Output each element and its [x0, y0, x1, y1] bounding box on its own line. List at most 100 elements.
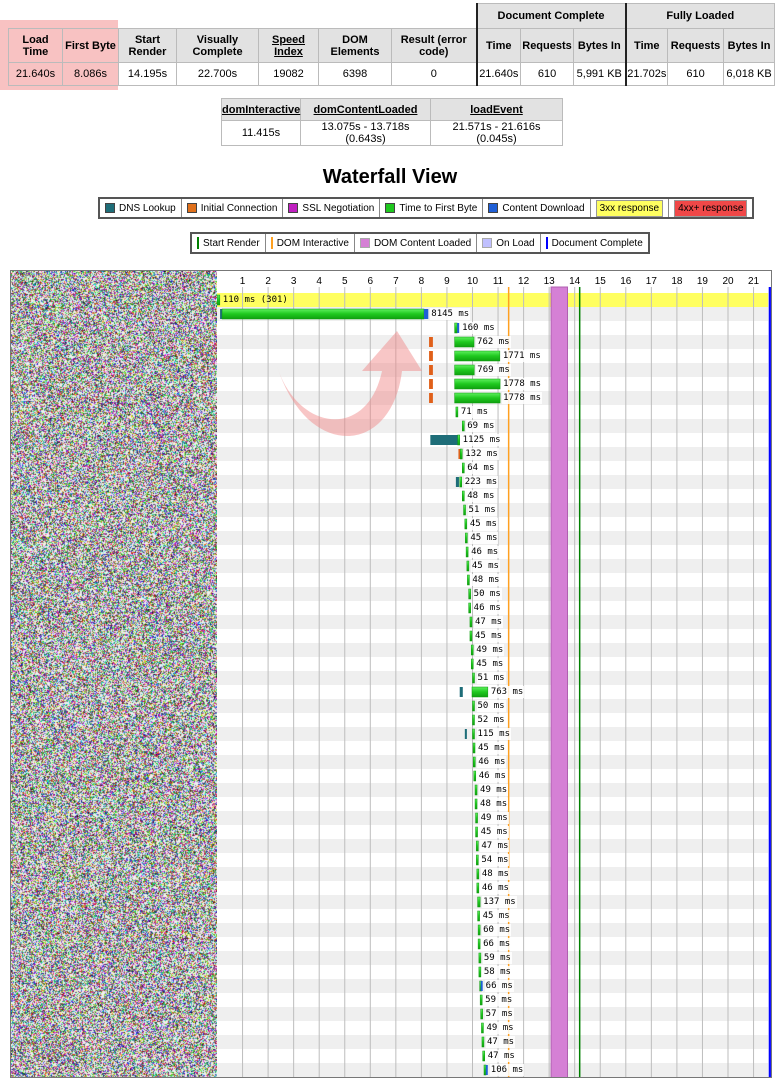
- ttfb-bar: [469, 603, 471, 613]
- request-duration-label: 45 ms: [477, 742, 506, 754]
- waterfall-title: Waterfall View: [0, 166, 780, 189]
- legend-item: 4xx+ response: [669, 199, 752, 217]
- legend-item: 3xx response: [591, 199, 669, 217]
- ttfb-bar: [477, 869, 479, 879]
- tick-label: 9: [444, 276, 450, 287]
- ttfb-bar: [479, 967, 481, 977]
- tick-label: 16: [620, 276, 632, 287]
- legend-swatch-icon: [105, 203, 115, 213]
- legend-label: Document Complete: [552, 238, 643, 249]
- ttfb-bar: [473, 729, 475, 739]
- load-event-link[interactable]: loadEvent: [431, 99, 563, 121]
- value-speed-index: 19082: [259, 63, 319, 86]
- ttfb-bar: [473, 673, 475, 683]
- request-duration-label: 48 ms: [466, 490, 495, 502]
- ttfb-bar: [462, 491, 464, 501]
- ttfb-bar: [478, 939, 480, 949]
- ttfb-bar: [455, 323, 458, 333]
- ttfb-bar: [466, 547, 468, 557]
- ttfb-bar: [458, 435, 460, 445]
- download-bar: [424, 309, 428, 319]
- value-doc-bytes: 5,991 KB: [574, 63, 626, 86]
- ttfb-bar: [477, 883, 479, 893]
- header-result: Result (error code): [392, 29, 477, 63]
- legend-label: DOM Interactive: [277, 238, 349, 249]
- request-duration-label: 48 ms: [471, 574, 500, 586]
- legend-item: DOM Content Loaded: [355, 234, 477, 252]
- tick-label: 6: [368, 276, 374, 287]
- request-duration-label: 60 ms: [482, 924, 511, 936]
- ttfb-bar: [464, 505, 466, 515]
- legend-label: DNS Lookup: [119, 203, 176, 214]
- tick-label: 19: [697, 276, 709, 287]
- timings-table: domInteractive domContentLoaded loadEven…: [221, 98, 563, 146]
- ttfb-bar: [478, 897, 481, 907]
- ttfb-bar: [473, 757, 475, 767]
- request-duration-label: 45 ms: [482, 910, 511, 922]
- ttfb-bar: [476, 827, 478, 837]
- dom-interactive-value: 11.415s: [222, 121, 301, 146]
- ttfb-bar: [473, 715, 475, 725]
- request-duration-label: 45 ms: [469, 532, 498, 544]
- request-duration-label: 763 ms: [490, 686, 525, 698]
- header-doc-requests: Requests: [521, 29, 574, 63]
- header-full-requests: Requests: [668, 29, 724, 63]
- legend-label: 3xx response: [596, 200, 663, 217]
- tick-label: 4: [316, 276, 322, 287]
- request-duration-label: 71 ms: [460, 406, 489, 418]
- connect-bar: [429, 379, 433, 389]
- ttfb-bar: [471, 645, 473, 655]
- ttfb-bar: [479, 953, 481, 963]
- ttfb-bar: [467, 561, 469, 571]
- request-duration-label: 46 ms: [477, 756, 506, 768]
- connect-bar: [429, 351, 433, 361]
- load-event-value: 21.571s - 21.616s (0.045s): [431, 121, 563, 146]
- tick-label: 10: [467, 276, 479, 287]
- connect-bar: [429, 393, 433, 403]
- tick-label: 7: [393, 276, 399, 287]
- dom-content-loaded-link[interactable]: domContentLoaded: [301, 99, 431, 121]
- legend-label: On Load: [496, 238, 534, 249]
- dns-bar: [430, 435, 457, 445]
- legend-label: Initial Connection: [201, 203, 278, 214]
- request-duration-label: 49 ms: [475, 644, 504, 656]
- request-duration-label: 54 ms: [480, 854, 509, 866]
- ttfb-bar: [456, 407, 458, 417]
- ttfb-bar: [460, 477, 462, 487]
- tick-label: 11: [493, 276, 504, 287]
- tick-label: 17: [646, 276, 658, 287]
- legend-item: DNS Lookup: [100, 199, 182, 217]
- ttfb-bar: [481, 1023, 483, 1033]
- ttfb-bar: [455, 365, 475, 375]
- header-speed-index-link[interactable]: Speed Index: [259, 29, 319, 63]
- request-duration-label: 45 ms: [480, 826, 509, 838]
- ttfb-bar: [462, 421, 464, 431]
- tick-label: 18: [671, 276, 683, 287]
- events-legend: Start Render DOM Interactive DOM Content L…: [190, 232, 650, 254]
- download-bar: [486, 1065, 488, 1075]
- request-duration-label: 45 ms: [469, 518, 498, 530]
- tick-label: 15: [595, 276, 607, 287]
- request-duration-label: 57 ms: [485, 1008, 514, 1020]
- legend-item: DOM Interactive: [266, 234, 355, 252]
- connect-bar: [429, 337, 433, 347]
- request-duration-label: 1125 ms: [462, 434, 502, 446]
- request-duration-label: 45 ms: [474, 630, 503, 642]
- legend-swatch-icon: [288, 203, 298, 213]
- value-visually-complete: 22.700s: [177, 63, 259, 86]
- header-dom-elements: DOM Elements: [319, 29, 392, 63]
- request-duration-label: 1778 ms: [502, 392, 542, 404]
- legend-label: 4xx+ response: [674, 200, 747, 217]
- legend-label: DOM Content Loaded: [374, 238, 471, 249]
- header-load-time: Load Time: [9, 29, 63, 63]
- ttfb-bar: [478, 925, 480, 935]
- request-duration-label: 46 ms: [481, 882, 510, 894]
- dom-interactive-link[interactable]: domInteractive: [222, 99, 301, 121]
- request-duration-label: 160 ms: [461, 322, 496, 334]
- legend-item: On Load: [477, 234, 540, 252]
- request-duration-label: 50 ms: [477, 700, 506, 712]
- header-visually-complete: Visually Complete: [177, 29, 259, 63]
- tick-label: 1: [240, 276, 246, 287]
- value-full-requests: 610: [668, 63, 724, 86]
- dom-content-loaded-band: [551, 287, 567, 1078]
